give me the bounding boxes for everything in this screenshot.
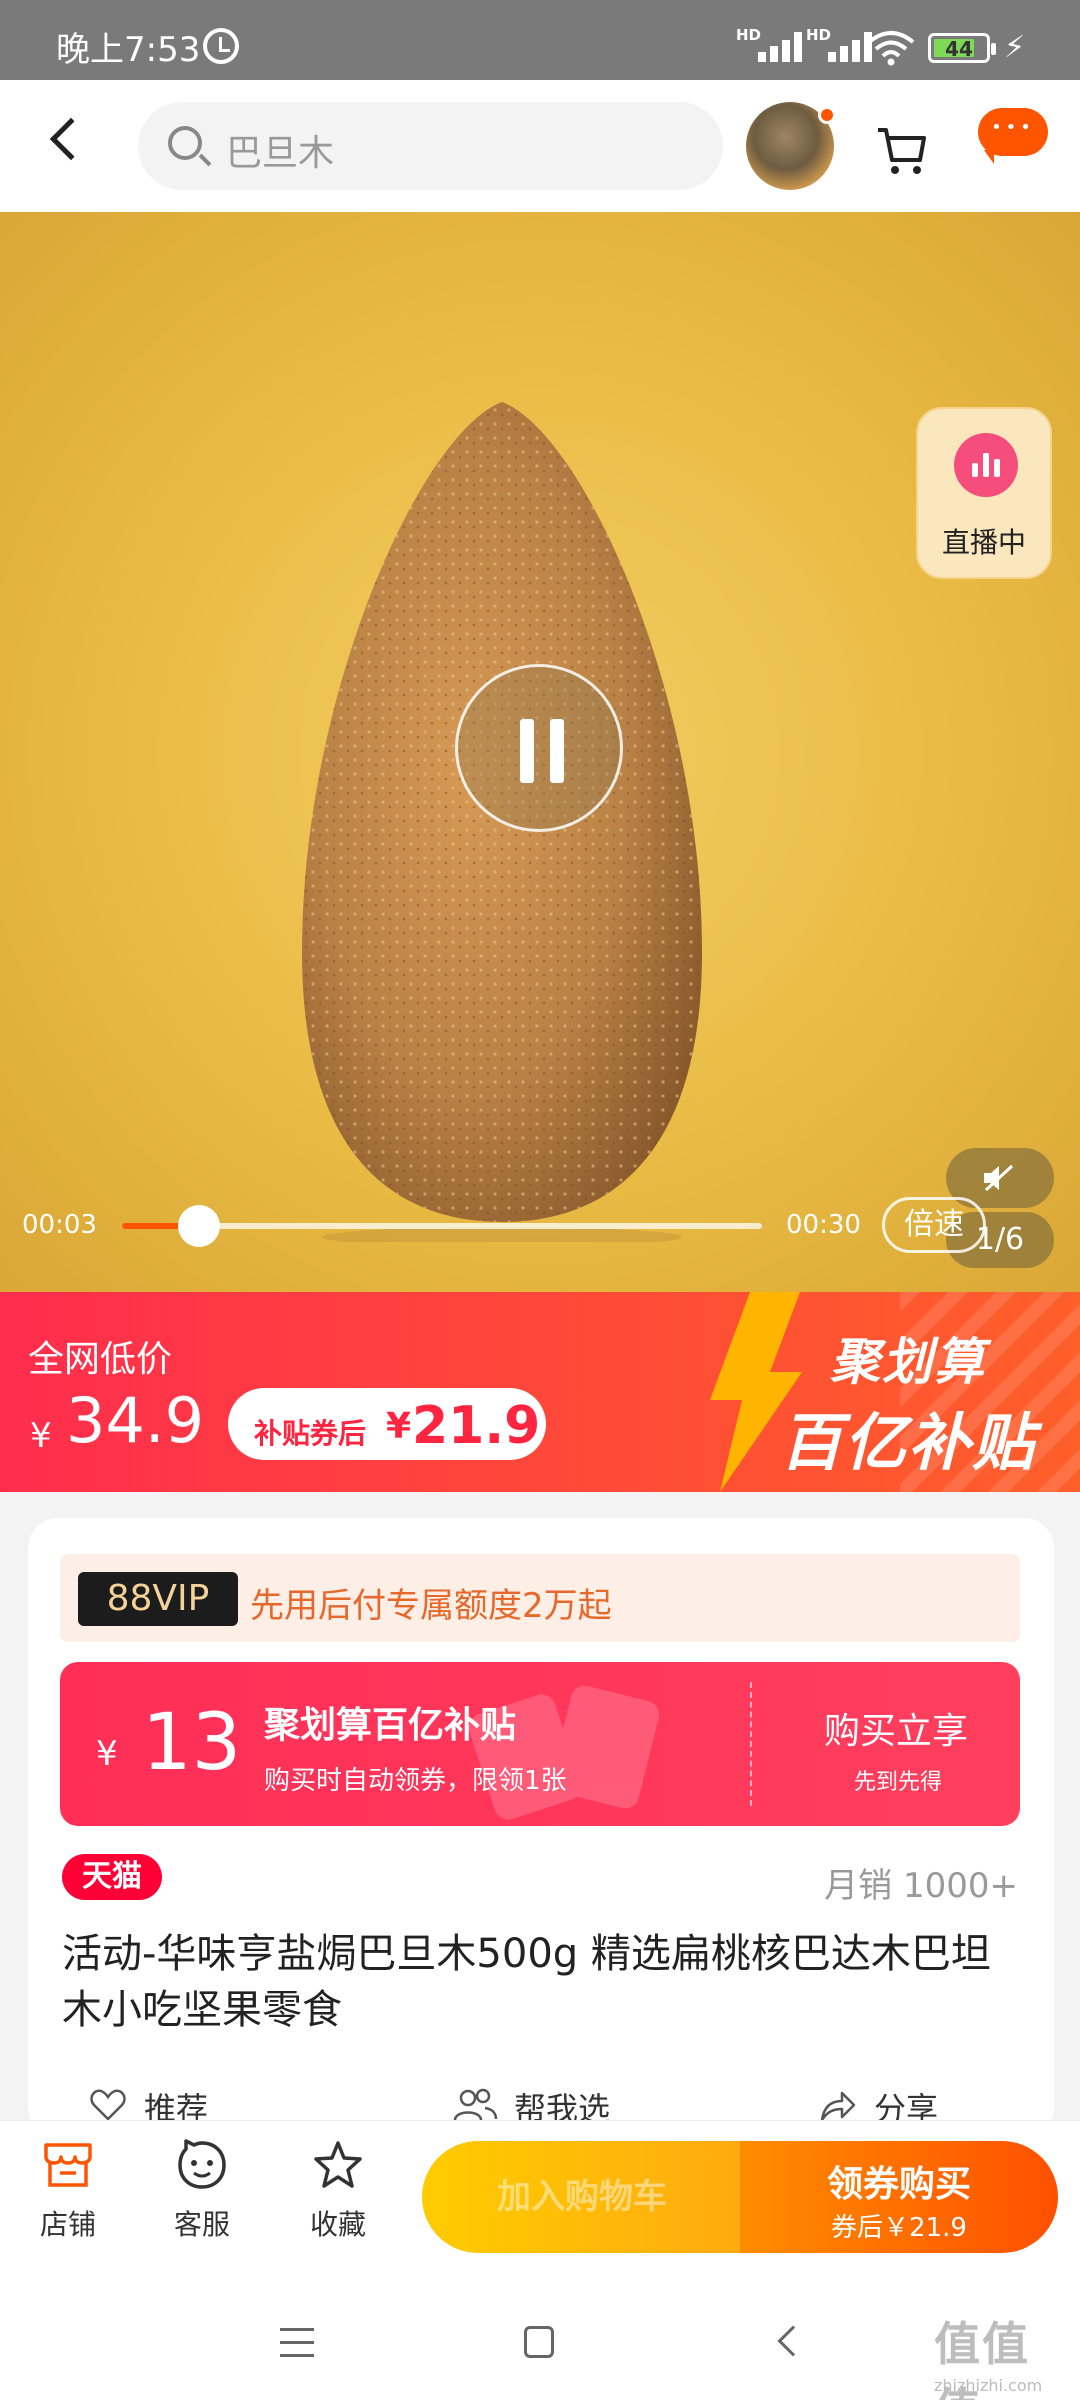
buy-label: 领券购买	[826, 2164, 971, 2205]
subsidy-description: 购买时自动领券，限领1张	[264, 1766, 567, 1796]
favorite-tab[interactable]: 收藏	[288, 2139, 388, 2243]
bottom-action-bar: 店铺 客服 收藏 加入购物车 领券购买 券后￥21.9	[0, 2120, 1080, 2286]
coupon-text: 补贴券后	[254, 1417, 367, 1450]
battery-level: 44	[945, 37, 973, 61]
signal-icon: HD	[736, 26, 810, 66]
live-icon	[954, 433, 1018, 497]
battery-icon: 44	[928, 33, 996, 63]
store-icon	[44, 2143, 92, 2187]
share-icon	[820, 2091, 856, 2122]
price-currency: ¥	[30, 1416, 52, 1456]
monthly-sales: 月销 1000+	[824, 1866, 1018, 1906]
coupon-price-pill: 补贴券后 ¥ 21.9	[228, 1388, 546, 1460]
promo-title: 聚划算	[830, 1333, 986, 1391]
notification-dot	[818, 106, 836, 124]
search-icon	[168, 126, 202, 160]
signal-hd-label: HD	[736, 26, 762, 44]
subsidy-action: 购买立享	[824, 1711, 969, 1752]
search-text: 巴旦木	[226, 133, 335, 174]
search-box[interactable]: 巴旦木	[138, 102, 723, 190]
store-tab[interactable]: 店铺	[18, 2139, 118, 2243]
vip-banner[interactable]: 88VIP 先用后付专属额度2万起	[60, 1554, 1020, 1642]
star-icon	[314, 2141, 362, 2188]
shop-avatar[interactable]	[746, 102, 836, 190]
service-tab[interactable]: 客服	[152, 2139, 252, 2243]
signal-hd-label: HD	[806, 26, 832, 44]
live-stream-button[interactable]: 直播中	[916, 407, 1052, 579]
buy-sublabel: 券后￥21.9	[831, 2213, 967, 2243]
wifi-icon	[867, 31, 915, 66]
more-menu-icon[interactable]: •••	[978, 108, 1048, 164]
screen: 晚上7:53 HD HD 44 ⚡ 巴旦木 ••• 直播中 1/6 00:03 …	[0, 0, 1080, 2400]
subsidy-currency: ¥	[96, 1734, 118, 1774]
pause-icon	[520, 719, 534, 783]
product-video[interactable]: 直播中 1/6 00:03 00:30 倍速	[0, 212, 1080, 1292]
watermark-url: zhizhizhi.com	[934, 2376, 1043, 2395]
service-label: 客服	[173, 2208, 230, 2241]
current-time: 00:03	[22, 1210, 97, 1240]
price-value: 34.9	[66, 1384, 205, 1457]
product-info-card: 88VIP 先用后付专属额度2万起 ¥ 13 聚划算百亿补贴 购买时自动领券，限…	[28, 1518, 1054, 2138]
tmall-badge: 天猫	[62, 1854, 162, 1900]
subsidy-coupon[interactable]: ¥ 13 聚划算百亿补贴 购买时自动领券，限领1张 购买立享 先到先得	[60, 1662, 1020, 1826]
subsidy-amount: 13	[142, 1698, 242, 1788]
coupon-divider	[750, 1682, 752, 1806]
pause-button[interactable]	[455, 664, 623, 832]
live-label: 直播中	[941, 526, 1026, 559]
customer-service-icon	[178, 2139, 226, 2189]
product-title: 活动-华味亨盐焗巴旦木500g 精选扁桃核巴达木巴坦木小吃坚果零食	[62, 1931, 991, 2033]
status-bar: 晚上7:53 HD HD 44 ⚡	[0, 0, 1080, 80]
video-progress-bar[interactable]	[122, 1205, 762, 1247]
playback-speed-button[interactable]: 倍速	[882, 1197, 986, 1253]
charging-icon: ⚡	[1004, 30, 1026, 65]
top-navigation: 巴旦木 •••	[0, 80, 1080, 212]
store-label: 店铺	[39, 2208, 96, 2241]
home-button[interactable]	[524, 2326, 554, 2358]
people-icon	[453, 2088, 498, 2121]
alarm-icon	[203, 28, 239, 64]
vip-badge: 88VIP	[78, 1572, 238, 1626]
total-time: 00:30	[786, 1210, 861, 1240]
heart-icon	[90, 2089, 126, 2121]
coupon-currency: ¥	[386, 1406, 412, 1447]
price-banner: 全网低价 ¥ 34.9 补贴券后 ¥ 21.9 聚划算 百亿补贴	[0, 1292, 1080, 1492]
add-to-cart-button[interactable]: 加入购物车	[422, 2141, 742, 2253]
system-nav-bar	[0, 2286, 1080, 2400]
cart-icon[interactable]	[876, 122, 928, 178]
progress-handle[interactable]	[177, 1205, 220, 1247]
subsidy-action-sub: 先到先得	[854, 1770, 943, 1795]
coupon-price: 21.9	[412, 1396, 541, 1456]
favorite-label: 收藏	[309, 2208, 366, 2241]
price-label: 全网低价	[28, 1339, 173, 1380]
status-time: 晚上7:53	[56, 30, 201, 70]
vip-text: 先用后付专属额度2万起	[250, 1586, 612, 1626]
recent-apps-button[interactable]	[280, 2328, 314, 2358]
mute-icon	[984, 1164, 1014, 1192]
system-back-button[interactable]	[777, 2325, 809, 2357]
buy-with-coupon-button[interactable]: 领券购买 券后￥21.9	[740, 2141, 1058, 2253]
subsidy-title: 聚划算百亿补贴	[264, 1705, 517, 1746]
back-button[interactable]	[49, 117, 93, 161]
promo-subtitle: 百亿补贴	[780, 1406, 1037, 1479]
watermark-logo: 值值值 zhizhizhi.com	[934, 2300, 1074, 2400]
